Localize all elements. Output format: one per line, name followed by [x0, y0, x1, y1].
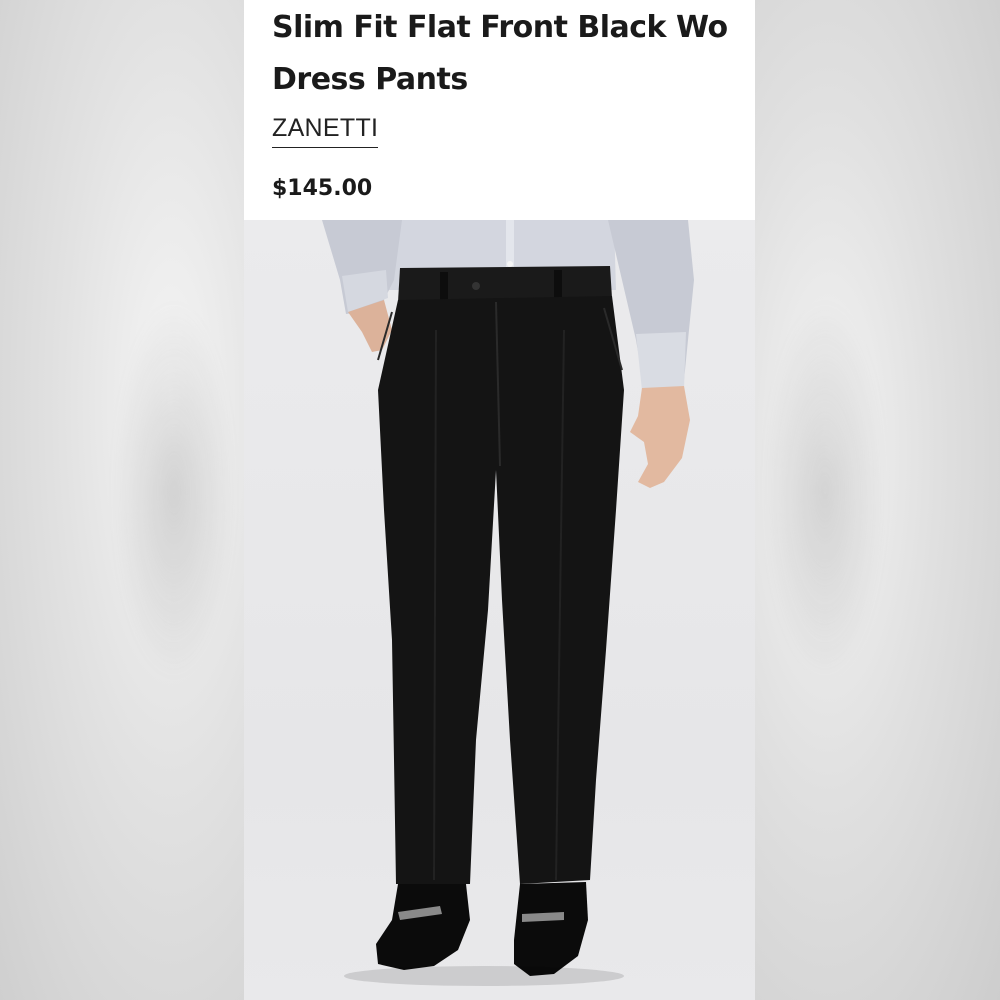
- product-title-line-2: Dress Pants: [272, 62, 468, 97]
- pants-button: [472, 282, 480, 290]
- product-price: $145.00: [272, 176, 373, 201]
- pants-belt-loop-1: [440, 272, 448, 300]
- product-photo-illustration: [322, 220, 694, 986]
- pants-belt-loop-2: [554, 270, 562, 298]
- right-hand: [630, 386, 690, 488]
- brand-link[interactable]: ZANETTI: [272, 114, 379, 148]
- shirt-button: [507, 261, 513, 267]
- product-card: Slim Fit Flat Front Black Wo Dress Pants…: [244, 0, 755, 1000]
- pants-body: [378, 296, 624, 884]
- product-title: Slim Fit Flat Front Black Wo Dress Pants: [272, 2, 755, 106]
- product-title-line-1: Slim Fit Flat Front Black Wo: [272, 10, 728, 45]
- shirt-right-cuff: [636, 332, 686, 390]
- blurred-background-left: [0, 0, 244, 1000]
- blurred-background-right: [755, 0, 1000, 1000]
- product-info: Slim Fit Flat Front Black Wo Dress Pants…: [244, 0, 755, 220]
- product-photo[interactable]: [244, 220, 755, 1000]
- screenshot-frame: Slim Fit Flat Front Black Wo Dress Pants…: [0, 0, 1000, 1000]
- floor-shadow: [344, 966, 624, 986]
- left-shoe: [376, 884, 470, 970]
- right-shoe: [514, 882, 588, 976]
